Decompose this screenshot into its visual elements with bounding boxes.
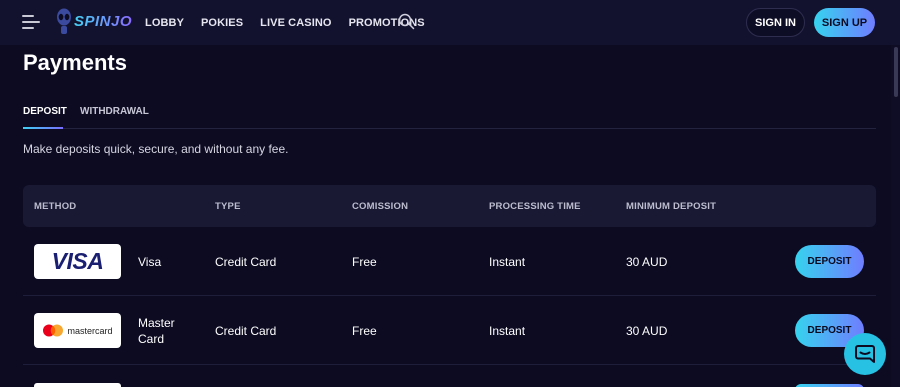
column-header-minimum-deposit: MINIMUM DEPOSIT [626,201,717,212]
visa-logo: VISA [34,244,121,279]
scrollbar-thumb[interactable] [894,47,898,97]
hamburger-menu-icon[interactable] [22,15,40,29]
payment-tabs: DEPOSIT WITHDRAWAL [23,100,876,129]
nav-live-casino[interactable]: LIVE CASINO [260,17,331,29]
intro-text: Make deposits quick, secure, and without… [23,142,289,156]
table-header: METHOD TYPE COMISSION PROCESSING TIME MI… [23,185,876,227]
search-icon[interactable] [398,13,415,30]
method-name: Master Card [138,316,175,346]
top-header: SPINJO LOBBY POKIES LIVE CASINO PROMOTIO… [0,0,900,45]
column-header-type: TYPE [215,201,241,212]
method-processing-time: Instant [489,255,526,269]
sign-up-button[interactable]: SIGN UP [814,8,875,37]
column-header-method: METHOD [34,201,77,212]
mastercard-logo: mastercard [34,313,121,348]
logo[interactable]: SPINJO [56,8,132,34]
payment-logo-partial [34,383,121,387]
method-commission: Free [352,255,377,269]
chat-icon [855,345,875,363]
tab-deposit[interactable]: DEPOSIT [23,106,67,117]
tab-withdrawal[interactable]: WITHDRAWAL [80,106,149,117]
method-type: Credit Card [215,324,277,338]
mastercard-logo-text: mastercard [67,325,113,336]
alien-logo-icon [57,8,71,34]
method-type: Credit Card [215,255,277,269]
method-name: Visa [138,255,162,269]
active-tab-indicator [23,127,63,129]
chat-button[interactable] [844,333,886,375]
method-processing-time: Instant [489,324,526,338]
deposit-button[interactable]: DEPOSIT [795,245,864,278]
table-row: mastercard Master Card Credit Card Free … [23,296,876,365]
nav-pokies[interactable]: POKIES [201,17,243,29]
method-minimum-deposit: 30 AUD [626,255,668,269]
method-minimum-deposit: 30 AUD [626,324,668,338]
sign-in-button[interactable]: SIGN IN [746,8,805,37]
mastercard-circles-icon [43,324,64,337]
nav-lobby[interactable]: LOBBY [145,17,184,29]
column-header-commission: COMISSION [352,201,409,212]
column-header-processing-time: PROCESSING TIME [489,201,581,212]
page-title: Payments [23,50,127,75]
method-commission: Free [352,324,377,338]
table-row: VISA Visa Credit Card Free Instant 30 AU… [23,227,876,296]
visa-logo-text: VISA [51,248,104,274]
logo-text: SPINJO [74,12,133,30]
